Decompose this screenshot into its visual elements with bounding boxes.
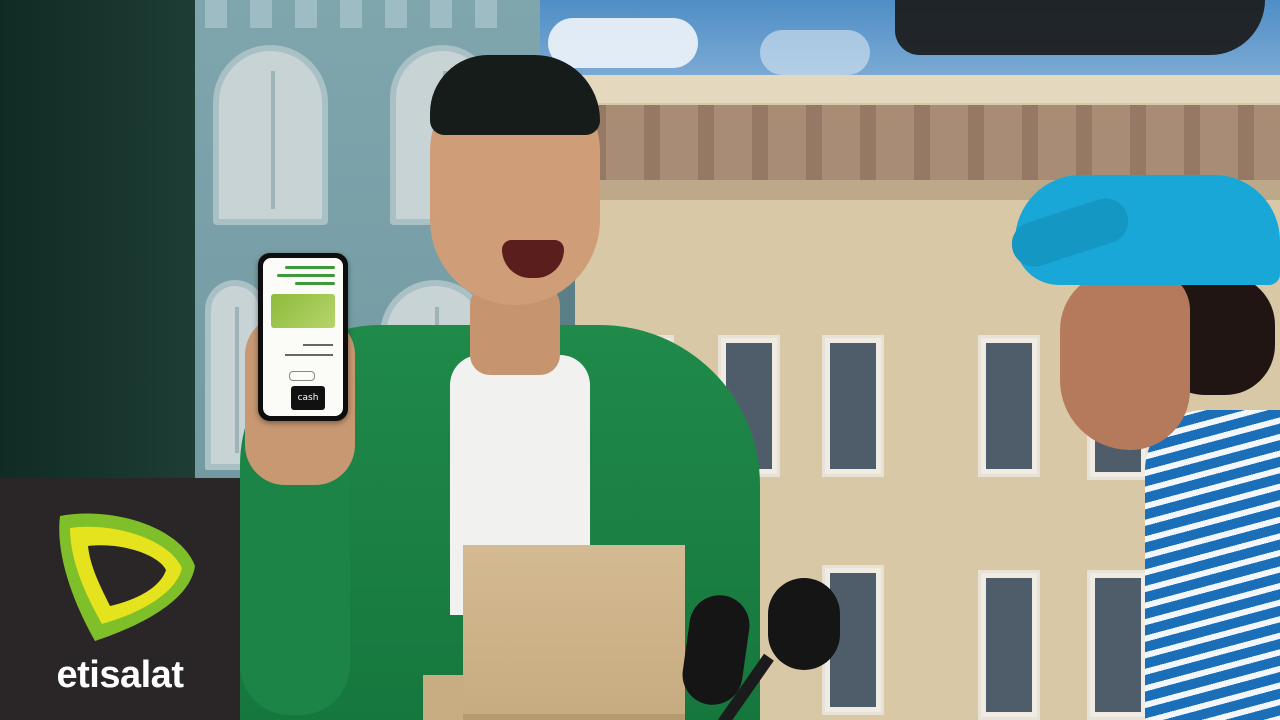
smartphone: cash xyxy=(258,253,348,421)
dark-wall xyxy=(0,0,195,480)
presenter-hair xyxy=(430,55,600,135)
phone-screen: cash xyxy=(263,258,343,416)
cardboard-box xyxy=(463,545,685,720)
etisalat-logo-icon xyxy=(59,513,195,641)
cash-app-badge: cash xyxy=(291,386,325,410)
phone-screen-button xyxy=(289,371,315,381)
courier-face xyxy=(1060,270,1190,450)
striped-shirt xyxy=(1145,410,1280,720)
logo-wordmark: etisalat xyxy=(56,654,184,696)
drone-silhouette xyxy=(895,0,1265,55)
scooter-mirror xyxy=(768,578,840,670)
building-window xyxy=(978,570,1040,720)
card-image xyxy=(271,294,335,328)
building-window xyxy=(978,335,1040,477)
courier xyxy=(1005,170,1280,720)
video-frame: cash etisalat xyxy=(0,0,1280,720)
etisalat-logo: etisalat xyxy=(0,478,240,720)
building-window xyxy=(822,335,884,477)
